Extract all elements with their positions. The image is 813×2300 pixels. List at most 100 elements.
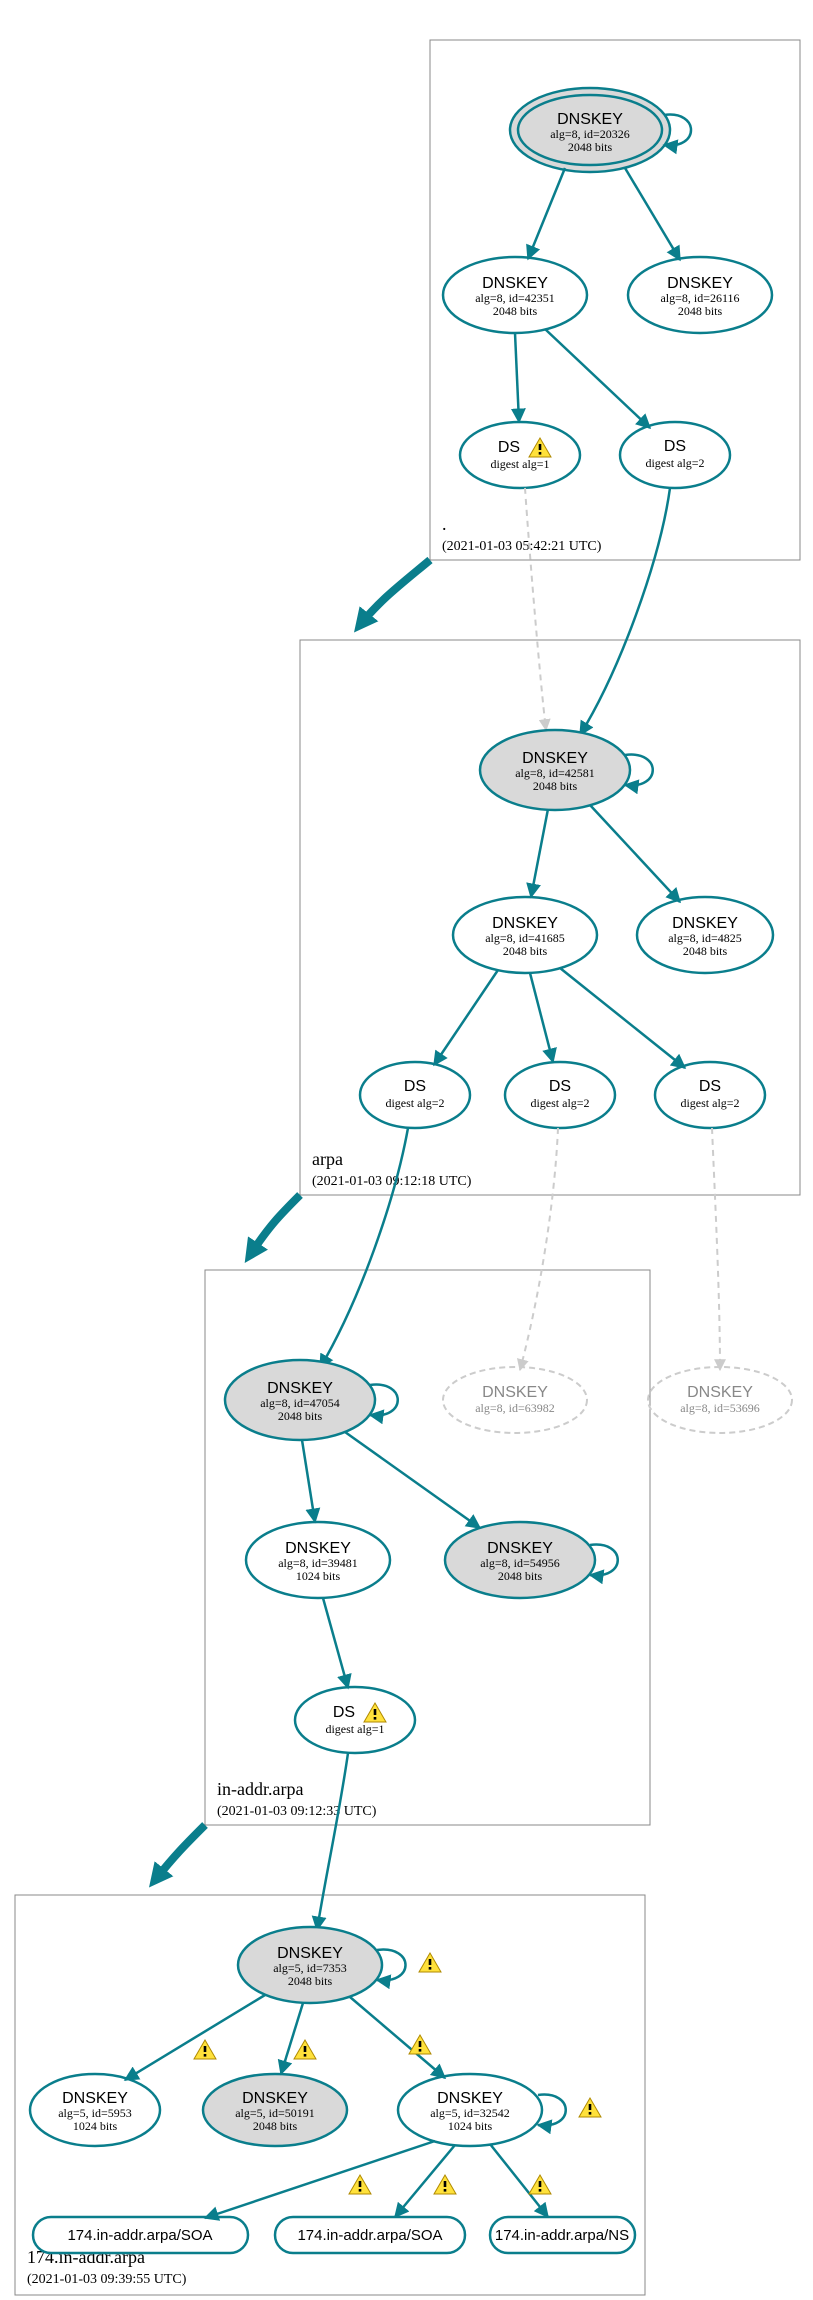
- svg-text:alg=8, id=54956: alg=8, id=54956: [480, 1556, 560, 1570]
- svg-text:2048 bits: 2048 bits: [503, 944, 548, 958]
- svg-text:alg=5, id=7353: alg=5, id=7353: [273, 1961, 347, 1975]
- svg-text:1024 bits: 1024 bits: [296, 1569, 341, 1583]
- node-inaddr-ds: DS digest alg=1: [295, 1687, 415, 1753]
- zone-time-174: (2021-01-03 09:39:55 UTC): [27, 2272, 187, 2287]
- node-arpa-zsk1: DNSKEY alg=8, id=41685 2048 bits: [453, 897, 597, 973]
- warning-icon: [434, 2175, 456, 2194]
- edge: [434, 970, 498, 1065]
- warning-icon: [349, 2175, 371, 2194]
- svg-text:DNSKEY: DNSKEY: [672, 915, 738, 932]
- edge: [317, 1753, 348, 1930]
- svg-text:DNSKEY: DNSKEY: [487, 1540, 553, 1557]
- svg-text:2048 bits: 2048 bits: [278, 1409, 323, 1423]
- node-inaddr-zsk1: DNSKEY alg=8, id=39481 1024 bits: [246, 1522, 390, 1598]
- edge-dashed: [712, 1128, 720, 1370]
- svg-text:alg=8, id=53696: alg=8, id=53696: [680, 1401, 760, 1415]
- edge: [625, 168, 680, 260]
- edge: [345, 1432, 480, 1528]
- edge-dashed: [525, 488, 546, 730]
- warning-icon: [529, 2175, 551, 2194]
- svg-text:DS: DS: [404, 1078, 426, 1095]
- edge: [205, 2141, 435, 2218]
- edge: [323, 1598, 348, 1688]
- zone-link: [360, 560, 430, 625]
- node-174-ksk: DNSKEY alg=5, id=7353 2048 bits: [238, 1927, 382, 2003]
- svg-text:digest alg=1: digest alg=1: [490, 457, 549, 471]
- svg-text:digest alg=1: digest alg=1: [325, 1722, 384, 1736]
- svg-text:DNSKEY: DNSKEY: [667, 275, 733, 292]
- svg-text:2048 bits: 2048 bits: [498, 1569, 543, 1583]
- svg-text:alg=5, id=32542: alg=5, id=32542: [430, 2106, 510, 2120]
- svg-text:2048 bits: 2048 bits: [683, 944, 728, 958]
- zone-label-arpa: arpa: [312, 1149, 343, 1169]
- svg-text:DNSKEY: DNSKEY: [437, 2090, 503, 2107]
- zone-link: [155, 1825, 205, 1880]
- edge: [528, 168, 565, 259]
- dnssec-auth-graph: . (2021-01-03 05:42:21 UTC) DNSKEY alg=8…: [0, 0, 813, 2300]
- edge: [580, 488, 670, 735]
- svg-text:174.in-addr.arpa/NS: 174.in-addr.arpa/NS: [495, 2227, 629, 2244]
- svg-text:DNSKEY: DNSKEY: [242, 2090, 308, 2107]
- svg-text:digest alg=2: digest alg=2: [530, 1096, 589, 1110]
- zone-time-inaddr: (2021-01-03 09:12:33 UTC): [217, 1804, 377, 1819]
- node-174-k2: DNSKEY alg=5, id=50191 2048 bits: [203, 2074, 347, 2146]
- node-174-k3: DNSKEY alg=5, id=32542 1024 bits: [398, 2074, 542, 2146]
- warning-icon: [294, 2040, 316, 2059]
- edge: [560, 968, 685, 1068]
- svg-text:DNSKEY: DNSKEY: [557, 111, 623, 128]
- edge: [590, 805, 680, 902]
- edge: [302, 1440, 315, 1522]
- svg-text:alg=8, id=26116: alg=8, id=26116: [660, 291, 739, 305]
- svg-text:DS: DS: [498, 439, 520, 456]
- svg-text:DNSKEY: DNSKEY: [285, 1540, 351, 1557]
- warning-icon: [579, 2098, 601, 2117]
- svg-text:DNSKEY: DNSKEY: [687, 1384, 753, 1401]
- edge-dashed: [520, 1128, 558, 1370]
- svg-text:2048 bits: 2048 bits: [493, 304, 538, 318]
- svg-text:2048 bits: 2048 bits: [253, 2119, 298, 2133]
- svg-text:alg=8, id=39481: alg=8, id=39481: [278, 1556, 358, 1570]
- node-arpa-ds1: DS digest alg=2: [360, 1062, 470, 1128]
- node-root-ksk: DNSKEY alg=8, id=20326 2048 bits: [510, 88, 670, 172]
- svg-text:2048 bits: 2048 bits: [678, 304, 723, 318]
- warning-icon: [419, 1953, 441, 1972]
- svg-text:DS: DS: [549, 1078, 571, 1095]
- svg-text:174.in-addr.arpa/SOA: 174.in-addr.arpa/SOA: [67, 2227, 212, 2244]
- svg-text:alg=8, id=41685: alg=8, id=41685: [485, 931, 565, 945]
- edge: [531, 809, 548, 897]
- zone-label-inaddr: in-addr.arpa: [217, 1779, 303, 1799]
- node-174-soa1: 174.in-addr.arpa/SOA: [33, 2217, 248, 2253]
- edge: [545, 329, 650, 428]
- svg-text:2048 bits: 2048 bits: [533, 779, 578, 793]
- edge: [281, 2003, 303, 2074]
- svg-text:alg=5, id=5953: alg=5, id=5953: [58, 2106, 132, 2120]
- svg-text:2048 bits: 2048 bits: [288, 1974, 333, 1988]
- svg-text:alg=8, id=20326: alg=8, id=20326: [550, 127, 630, 141]
- node-174-soa2: 174.in-addr.arpa/SOA: [275, 2217, 465, 2253]
- node-inaddr-ksk: DNSKEY alg=8, id=47054 2048 bits: [225, 1360, 375, 1440]
- svg-text:DNSKEY: DNSKEY: [492, 915, 558, 932]
- svg-text:174.in-addr.arpa/SOA: 174.in-addr.arpa/SOA: [297, 2227, 442, 2244]
- edge: [125, 1995, 265, 2080]
- svg-text:DS: DS: [333, 1704, 355, 1721]
- node-174-ns: 174.in-addr.arpa/NS: [490, 2217, 635, 2253]
- zone-link: [250, 1195, 300, 1255]
- node-root-ds2: DS digest alg=2: [620, 422, 730, 488]
- zone-time-arpa: (2021-01-03 09:12:18 UTC): [312, 1174, 472, 1189]
- svg-text:DNSKEY: DNSKEY: [62, 2090, 128, 2107]
- zone-label-root: .: [442, 514, 447, 534]
- svg-text:alg=5, id=50191: alg=5, id=50191: [235, 2106, 315, 2120]
- svg-text:DNSKEY: DNSKEY: [482, 1384, 548, 1401]
- svg-text:1024 bits: 1024 bits: [448, 2119, 493, 2133]
- svg-text:DNSKEY: DNSKEY: [482, 275, 548, 292]
- svg-text:alg=8, id=63982: alg=8, id=63982: [475, 1401, 555, 1415]
- node-root-ds1: DS digest alg=1: [460, 422, 580, 488]
- zone-time-root: (2021-01-03 05:42:21 UTC): [442, 539, 602, 554]
- svg-text:digest alg=2: digest alg=2: [385, 1096, 444, 1110]
- svg-text:alg=8, id=42351: alg=8, id=42351: [475, 291, 555, 305]
- svg-text:alg=8, id=42581: alg=8, id=42581: [515, 766, 595, 780]
- svg-text:2048 bits: 2048 bits: [568, 140, 613, 154]
- node-arpa-ds3: DS digest alg=2: [655, 1062, 765, 1128]
- svg-text:DS: DS: [699, 1078, 721, 1095]
- warning-icon: [409, 2035, 431, 2054]
